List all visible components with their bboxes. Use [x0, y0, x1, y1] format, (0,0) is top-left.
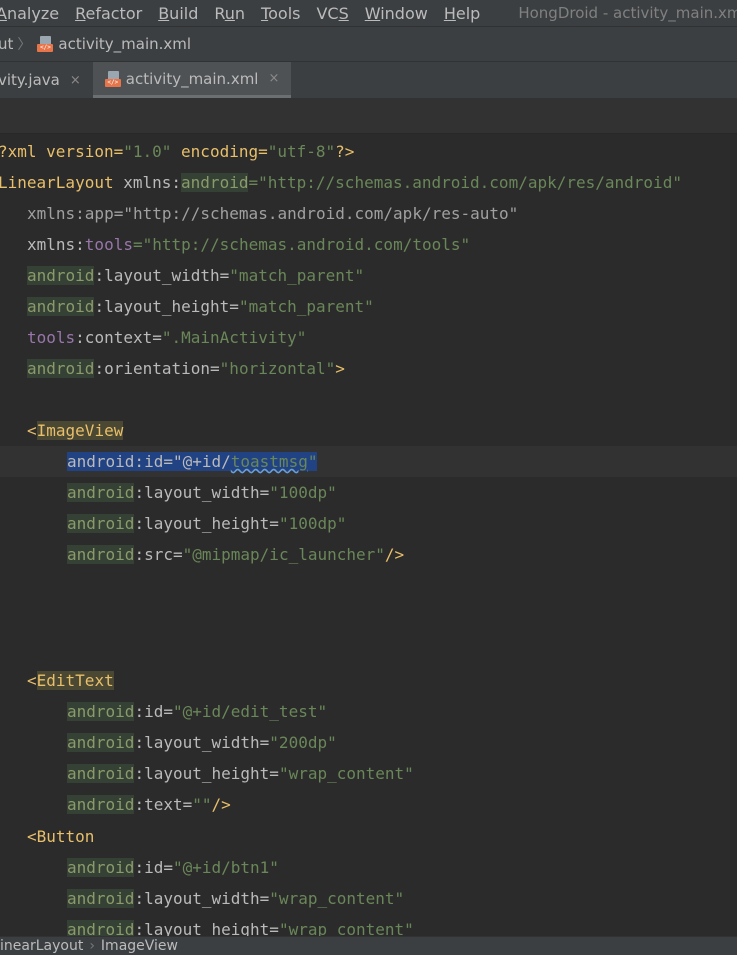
nav-crumb-file[interactable]: activity_main.xml — [58, 35, 191, 53]
code-line-23: <Button — [27, 827, 95, 846]
menu-bar: Analyze Refactor Build Run Tools VCS Win… — [0, 0, 737, 26]
breadcrumb-linearlayout[interactable]: inearLayout — [0, 938, 83, 954]
nav-crumb-layout[interactable]: ut — [0, 35, 13, 53]
xml-breadcrumb-bar: inearLayout › ImageView — [0, 936, 737, 955]
close-icon[interactable]: × — [268, 71, 279, 86]
code-line-4: xmlns:tools="http://schemas.android.com/… — [27, 235, 471, 254]
code-line-24: android:id="@+id/btn1" — [67, 858, 279, 877]
code-line-7: tools:context=".MainActivity" — [27, 328, 307, 347]
code-line-10: <ImageView — [27, 421, 124, 440]
chevron-right-icon: › — [89, 938, 95, 954]
code-line-8: android:orientation="horizontal"> — [27, 359, 345, 378]
menu-help-rest: elp — [455, 3, 481, 23]
menu-tools-rest: ools — [268, 3, 301, 23]
chevron-right-icon: 〉 — [17, 37, 32, 53]
menu-tools[interactable]: Tools — [253, 4, 308, 23]
code-line-14: android:src="@mipmap/ic_launcher"/> — [67, 545, 405, 564]
menu-window[interactable]: Window — [357, 4, 436, 23]
close-icon[interactable]: × — [70, 73, 81, 88]
window-title: HongDroid - activity_main.xml [HongDr — [518, 4, 737, 22]
code-line-25: android:layout_width="wrap_content" — [67, 889, 405, 908]
xml-file-icon: </> — [37, 36, 54, 52]
menu-vcs-vc: VC — [316, 3, 339, 23]
menu-vcs[interactable]: VCS — [308, 4, 356, 23]
menu-analyze[interactable]: Analyze — [0, 4, 67, 23]
code-line-1: ?xml version="1.0" encoding="utf-8"?> — [0, 142, 355, 161]
tab-activity-main-xml[interactable]: </> activity_main.xml × — [92, 62, 292, 98]
menu-window-rest: indow — [380, 3, 428, 23]
code-line-22: android:text=""/> — [67, 795, 231, 814]
menu-analyze-rest: nalyze — [6, 3, 60, 23]
menu-run[interactable]: Run — [206, 4, 253, 23]
tab-label: vity.java — [0, 71, 60, 89]
xml-file-icon: </> — [104, 70, 121, 87]
code-line-2: LinearLayout xmlns:android="http://schem… — [0, 173, 682, 192]
code-line-26: android:layout_height="wrap_content" — [0, 914, 414, 936]
code-line-12: android:layout_width="100dp" — [67, 483, 337, 502]
code-line-6: android:layout_height="match_parent" — [27, 297, 374, 316]
selected-text[interactable]: android:id="@+id/toastmsg" — [67, 452, 318, 471]
code-line-21: android:layout_height="wrap_content" — [67, 764, 414, 783]
code-editor[interactable]: ?xml version="1.0" encoding="utf-8"?> Li… — [0, 134, 737, 936]
code-line-20: android:layout_width="200dp" — [67, 733, 337, 752]
menu-build[interactable]: Build — [150, 4, 206, 23]
menu-refactor[interactable]: Refactor — [67, 4, 150, 23]
navigation-bar: ut 〉 </> activity_main.xml — [0, 26, 737, 62]
editor-toolbar-strip — [0, 98, 737, 134]
breadcrumb-imageview[interactable]: ImageView — [101, 938, 178, 954]
code-line-18: <EditText — [27, 671, 114, 690]
tab-main-activity-java[interactable]: vity.java × — [0, 62, 93, 98]
code-line-3: xmlns:app="http://schemas.android.com/ap… — [27, 204, 519, 223]
code-line-5: android:layout_width="match_parent" — [27, 266, 365, 285]
menu-run-r: R — [214, 3, 225, 23]
menu-run-rest: n — [234, 3, 246, 23]
menu-build-rest: uild — [169, 3, 199, 23]
code-line-11-current: android:id="@+id/toastmsg" — [0, 446, 737, 477]
tab-label: activity_main.xml — [125, 69, 259, 88]
menu-help[interactable]: Help — [436, 4, 488, 23]
code-line-19: android:id="@+id/edit_test" — [67, 702, 328, 721]
menu-refactor-rest: efactor — [85, 3, 143, 23]
editor-tab-bar: vity.java × </> activity_main.xml × — [0, 62, 737, 98]
code-line-13: android:layout_height="100dp" — [67, 514, 347, 533]
